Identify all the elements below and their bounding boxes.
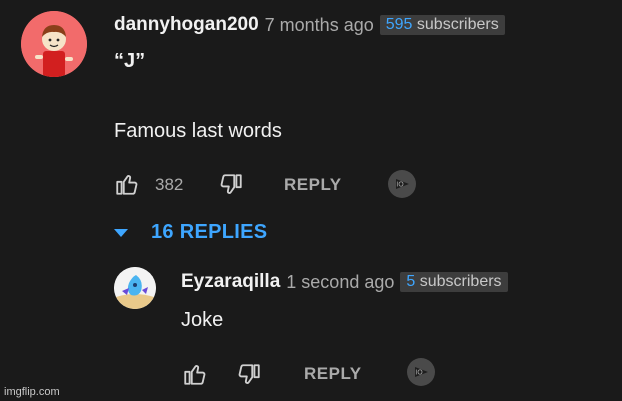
reply-reply-button[interactable]: REPLY [304, 364, 362, 384]
subscriber-label: subscribers [416, 16, 499, 33]
thumbs-down-icon [220, 174, 242, 194]
creator-badge-icon: IO [407, 358, 435, 386]
dislike-button[interactable] [217, 172, 245, 198]
replies-toggle-label: 16 REPLIES [151, 221, 268, 243]
cartoon-boy-avatar-icon [21, 11, 87, 77]
comment-text-line-2: Famous last words [114, 120, 282, 142]
svg-text:IO: IO [415, 369, 423, 377]
reply-button[interactable]: REPLY [284, 175, 342, 195]
svg-text:IO: IO [396, 181, 404, 189]
comment-author[interactable]: dannyhogan200 [114, 14, 259, 36]
comment-text-line-1: “J” [114, 50, 146, 72]
reply-subscriber-badge: 5 subscribers [400, 272, 508, 292]
thumbs-up-icon [116, 175, 138, 195]
reply-dislike-button[interactable] [235, 362, 263, 388]
reply-like-button[interactable] [181, 361, 209, 387]
caret-down-icon [114, 228, 128, 237]
reply-timestamp[interactable]: 1 second ago [286, 272, 394, 293]
replies-toggle[interactable]: 16 REPLIES [113, 221, 267, 244]
comment-timestamp[interactable]: 7 months ago [265, 15, 374, 36]
thumbs-down-icon [238, 364, 260, 384]
creator-heart-icon: IO [387, 169, 417, 199]
cartoon-character-avatar-icon [114, 267, 156, 309]
reply-header: Eyzaraqilla 1 second ago 5 subscribers [181, 270, 508, 294]
reply-text: Joke [181, 309, 224, 331]
imgflip-watermark: imgflip.com [4, 386, 60, 398]
like-count: 382 [155, 175, 184, 194]
comment-header: dannyhogan200 7 months ago 595 subscribe… [114, 13, 505, 37]
like-button[interactable] [113, 171, 141, 197]
subscriber-count: 595 [385, 16, 413, 33]
subscriber-badge: 595 subscribers [379, 15, 505, 35]
reply-avatar[interactable] [114, 267, 156, 309]
thumbs-up-icon [184, 365, 206, 385]
reply-subscriber-label: subscribers [419, 273, 502, 290]
reply-subscriber-count: 5 [406, 273, 416, 290]
comment-avatar[interactable] [21, 11, 87, 77]
reply-creator-badge: IO [406, 357, 436, 387]
creator-badge-icon: IO [388, 170, 416, 198]
reply-author[interactable]: Eyzaraqilla [181, 271, 280, 293]
